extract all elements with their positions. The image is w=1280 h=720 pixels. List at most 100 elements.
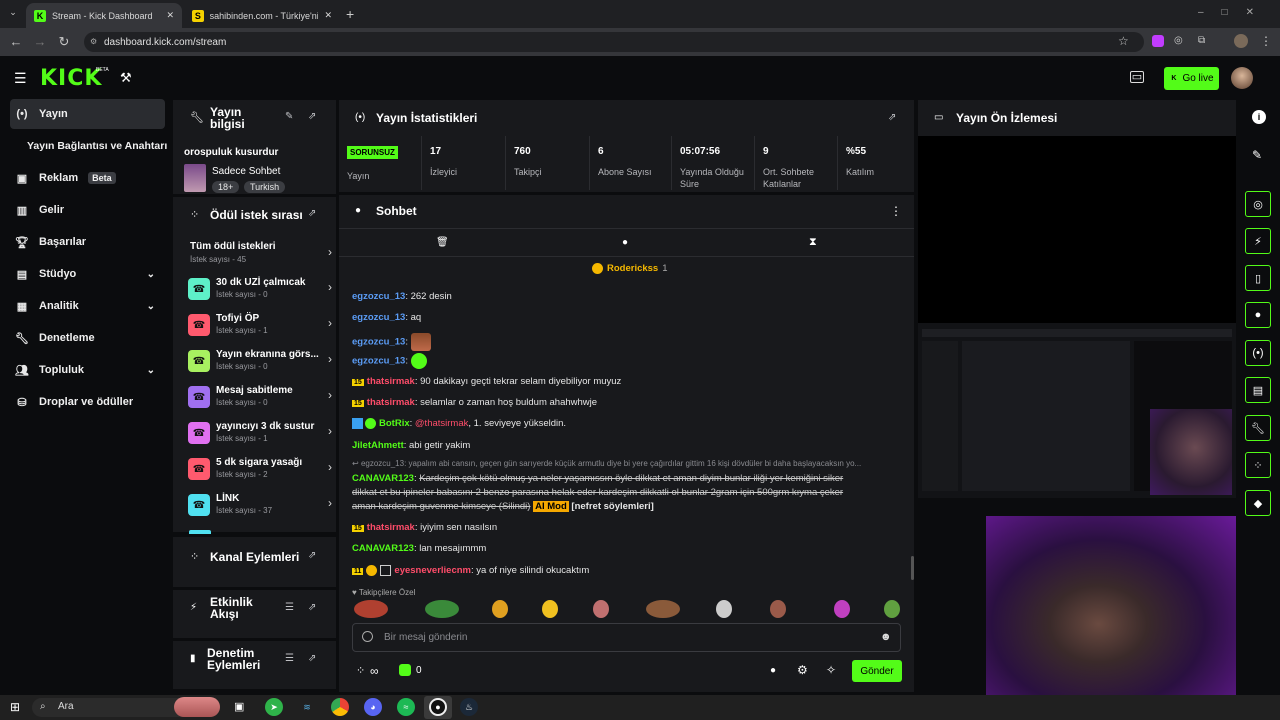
all-rewards-row[interactable]: Tüm ödül istekleri İstek sayısı - 45 › [184, 240, 334, 274]
chrome-icon[interactable] [331, 698, 349, 716]
sidebar-item-analytics[interactable]: ▦ Analitik ⌄ [10, 291, 165, 321]
close-tab-icon[interactable]: ✕ [324, 10, 332, 21]
reward-item[interactable]: ☎︎ 30 dk UZİ çalmıcak İstek sayısı - 0 › [184, 275, 334, 309]
emote-option[interactable] [646, 600, 680, 618]
popout-icon[interactable]: ⇗ [308, 208, 316, 219]
tool-camera-icon[interactable]: ◎ [1245, 191, 1271, 217]
go-live-button[interactable]: K Go live [1164, 67, 1219, 90]
chat-username[interactable]: egzozcu_13 [352, 356, 405, 367]
reward-item[interactable]: ☎︎ LİNK İstek sayısı - 37 › [184, 491, 334, 525]
reward-item[interactable]: ☎︎ Mesaj sabitleme İstek sayısı - 0 › [184, 383, 334, 417]
app-icon[interactable]: ➤ [265, 698, 283, 716]
settings-gear-icon[interactable]: ⚙ [797, 663, 808, 677]
spotify-icon[interactable]: ≈ [397, 698, 415, 716]
info-icon[interactable]: i [1252, 110, 1266, 124]
forward-icon[interactable]: → [32, 34, 48, 50]
emoji-icon[interactable]: ☻ [880, 631, 892, 643]
tool-rewards-icon[interactable]: ⁘ [1245, 452, 1271, 478]
emote-option[interactable] [770, 600, 786, 618]
browser-menu-icon[interactable]: ⋮ [1260, 34, 1272, 48]
emote-option[interactable] [593, 600, 609, 618]
reply-preview[interactable]: ↩ egzozcu_13: yapalım abi cansın, geçen … [352, 459, 902, 468]
slow-mode-hourglass-icon[interactable]: ⧗ [809, 236, 817, 249]
chat-bubble-icon[interactable]: ● [770, 665, 776, 676]
tool-chat-icon[interactable]: ● [1245, 302, 1271, 328]
popout-icon[interactable]: ⇗ [308, 602, 316, 613]
edit-pencil-icon[interactable]: ✎ [285, 111, 293, 122]
reward-item[interactable]: ☎︎ 5 dk sigara yasağı İstek sayısı - 2 › [184, 455, 334, 489]
sidebar-item-community[interactable]: 👥︎ Topluluk ⌄ [10, 355, 165, 385]
emote-option[interactable] [354, 600, 388, 618]
popout-icon[interactable]: ⇗ [308, 653, 316, 664]
url-field[interactable]: dashboard.kick.com/stream [84, 32, 1144, 52]
chat-mode-icon[interactable] [362, 631, 373, 642]
sidebar-item-stream[interactable]: (•) Yayın [10, 99, 165, 129]
chat-username[interactable]: CANAVAR123 [352, 473, 414, 484]
discord-icon[interactable]: ◕ [364, 698, 382, 716]
filter-icon[interactable]: ☰ [285, 602, 294, 613]
window-controls[interactable]: –□✕ [1198, 7, 1272, 18]
send-button[interactable]: Gönder [852, 660, 902, 682]
chat-username[interactable]: thatsirmak [367, 522, 415, 533]
windows-start-icon[interactable]: ⊞ [10, 700, 24, 714]
reward-item[interactable]: ☎︎ Yayın ekranına görs... İstek sayısı - 0… [184, 347, 334, 381]
browser-tab-sahibinden[interactable]: S sahibinden.com - Türkiye'nin O ✕ [184, 3, 340, 28]
extension-icon[interactable]: ◎ [1174, 35, 1183, 46]
tool-broadcast-icon[interactable]: (•) [1245, 340, 1271, 366]
emote-option[interactable] [425, 600, 459, 618]
sidebar-item-drops[interactable]: ⛁ Droplar ve ödüller [10, 387, 165, 417]
user-avatar[interactable] [1231, 67, 1253, 89]
sidebar-item-stream-key[interactable]: Yayın Bağlantısı ve Anahtarı [22, 131, 177, 161]
chat-username[interactable]: CANAVAR123 [352, 543, 414, 554]
back-icon[interactable]: ← [8, 34, 24, 50]
task-view-icon[interactable]: ▣ [234, 700, 244, 713]
pinned-gifter[interactable]: Roderickss 1 [592, 263, 668, 274]
chat-username[interactable]: egzozcu_13 [352, 312, 405, 323]
obs-icon[interactable]: ● [429, 698, 447, 716]
sidebar-item-ads[interactable]: ▣ Reklam Beta [10, 163, 165, 193]
studio-mode-icon[interactable]: ▭ [1130, 71, 1144, 83]
emote-option[interactable] [834, 600, 850, 618]
steam-icon[interactable]: ♨ [460, 698, 478, 716]
popout-icon[interactable]: ⇗ [308, 111, 316, 122]
extension-icon[interactable] [1152, 35, 1164, 47]
extensions-puzzle-icon[interactable]: ⧉ [1198, 35, 1205, 46]
chat-username[interactable]: thatsirmak [367, 376, 415, 387]
reward-item[interactable]: ☎︎ Tofiyi ÖP İstek sayısı - 1 › [184, 311, 334, 345]
sidebar-item-achievements[interactable]: 🏆︎ Başarılar [10, 227, 165, 257]
app-icon[interactable]: ≋ [298, 698, 316, 716]
new-tab-button[interactable]: + [346, 6, 354, 22]
hammer-icon[interactable]: ⚒ [120, 70, 132, 86]
emote-option[interactable] [542, 600, 558, 618]
tool-lightning-icon[interactable]: ⚡︎ [1245, 228, 1271, 254]
bookmark-star-icon[interactable]: ☆ [1118, 34, 1129, 48]
chat-username[interactable]: thatsirmak [367, 397, 415, 408]
rewards-icon[interactable]: ✧ [826, 663, 836, 677]
chat-mode-icon[interactable]: ● [622, 237, 628, 248]
browser-tab-kick[interactable]: K Stream - Kick Dashboard ✕ [26, 3, 182, 28]
chat-menu-icon[interactable]: ⋮ [890, 204, 902, 218]
chat-username[interactable]: BotRix [379, 418, 410, 429]
tool-document-icon[interactable]: ▯ [1245, 265, 1271, 291]
chat-username[interactable]: JiletAhmett [352, 440, 404, 451]
tool-wrench-icon[interactable]: 🔧︎ [1245, 415, 1271, 441]
chat-username[interactable]: egzozcu_13 [352, 291, 405, 302]
chat-scrollbar[interactable] [911, 556, 914, 580]
reload-icon[interactable]: ↻ [56, 34, 72, 50]
trash-icon[interactable]: 🗑︎ [436, 237, 449, 248]
tool-drops-icon[interactable]: ◆ [1245, 490, 1271, 516]
hamburger-menu-icon[interactable]: ☰ [14, 70, 27, 87]
sidebar-item-revenue[interactable]: ▥ Gelir [10, 195, 165, 225]
tool-layout-icon[interactable]: ▤ [1245, 377, 1271, 403]
close-tab-icon[interactable]: ✕ [166, 10, 174, 21]
reward-item[interactable]: ☎︎ yayıncıyı 3 dk sustur İstek sayısı - 1 › [184, 419, 334, 453]
edit-pencil-icon[interactable]: ✎ [1252, 148, 1262, 162]
filter-icon[interactable]: ☰ [285, 653, 294, 664]
tab-search-icon[interactable]: ⌄ [6, 7, 20, 21]
popout-icon[interactable]: ⇗ [888, 112, 896, 123]
emote-option[interactable] [716, 600, 732, 618]
emote-option[interactable] [492, 600, 508, 618]
chat-mention[interactable]: @thatsirmak [415, 418, 468, 429]
sidebar-item-moderation[interactable]: 🔧︎ Denetleme [10, 323, 165, 353]
chat-username[interactable]: eyesneverliecnm [394, 565, 471, 576]
